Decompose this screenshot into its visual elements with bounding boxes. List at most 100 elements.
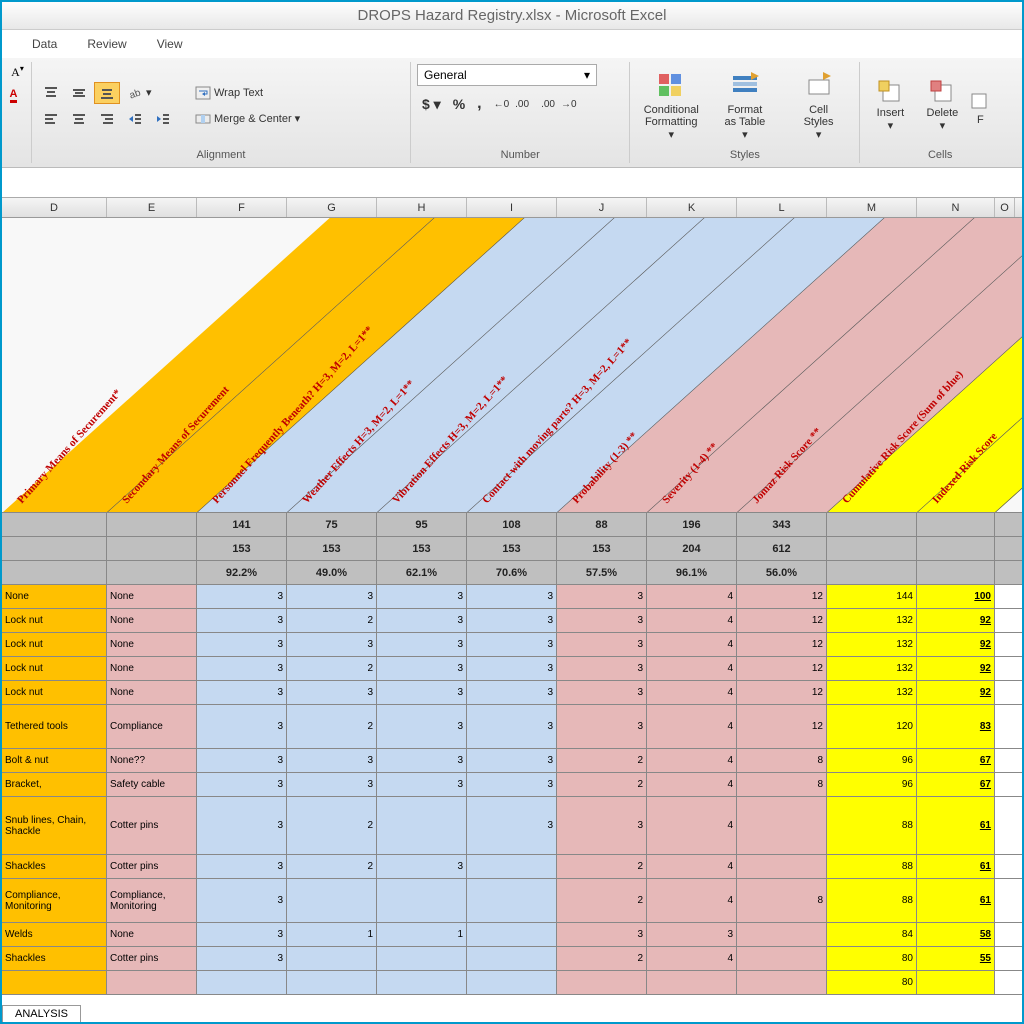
table-cell[interactable]: None — [107, 923, 197, 946]
table-cell[interactable] — [557, 971, 647, 994]
table-cell[interactable]: 58 — [917, 923, 995, 946]
orientation-icon[interactable]: ab▾ — [122, 82, 157, 104]
col-header-G[interactable]: G — [287, 198, 377, 217]
table-cell[interactable]: 8 — [737, 879, 827, 922]
col-header-K[interactable]: K — [647, 198, 737, 217]
table-cell[interactable] — [2, 971, 107, 994]
table-cell[interactable]: 3 — [467, 749, 557, 772]
summary-cell[interactable]: 204 — [647, 537, 737, 560]
table-cell[interactable]: 3 — [197, 681, 287, 704]
col-header-N[interactable]: N — [917, 198, 995, 217]
table-cell[interactable]: 96 — [827, 749, 917, 772]
conditional-formatting-button[interactable]: Conditional Formatting ▾ — [636, 68, 706, 144]
summary-cell[interactable]: 153 — [377, 537, 467, 560]
table-cell[interactable]: 2 — [287, 855, 377, 878]
table-cell[interactable]: 4 — [647, 855, 737, 878]
summary-cell[interactable]: 153 — [557, 537, 647, 560]
table-cell[interactable]: 3 — [557, 681, 647, 704]
table-cell[interactable]: 3 — [197, 633, 287, 656]
table-cell[interactable]: 3 — [467, 681, 557, 704]
col-header-L[interactable]: L — [737, 198, 827, 217]
percent-icon[interactable]: % — [448, 92, 470, 116]
comma-icon[interactable]: , — [472, 92, 486, 116]
summary-cell[interactable] — [2, 513, 107, 536]
currency-icon[interactable]: $ ▾ — [417, 92, 446, 116]
table-cell[interactable]: Safety cable — [107, 773, 197, 796]
increase-decimal-icon[interactable]: ←0.00 — [489, 92, 534, 116]
table-cell[interactable]: 3 — [557, 633, 647, 656]
table-cell[interactable] — [737, 923, 827, 946]
table-cell[interactable]: 67 — [917, 749, 995, 772]
table-cell[interactable]: 12 — [737, 633, 827, 656]
table-cell[interactable]: 3 — [197, 585, 287, 608]
table-cell[interactable] — [197, 971, 287, 994]
wrap-text-button[interactable]: Wrap Text — [190, 82, 305, 104]
table-cell[interactable]: 3 — [197, 657, 287, 680]
table-cell[interactable] — [467, 879, 557, 922]
table-cell[interactable]: Cotter pins — [107, 947, 197, 970]
table-cell[interactable]: 12 — [737, 585, 827, 608]
table-cell[interactable]: 12 — [737, 681, 827, 704]
table-cell[interactable]: 3 — [197, 923, 287, 946]
table-cell[interactable]: None — [107, 681, 197, 704]
table-cell[interactable]: 3 — [197, 609, 287, 632]
table-cell[interactable]: 3 — [287, 749, 377, 772]
table-cell[interactable]: 2 — [287, 657, 377, 680]
table-cell[interactable]: 3 — [467, 585, 557, 608]
table-cell[interactable] — [287, 879, 377, 922]
summary-cell[interactable]: 75 — [287, 513, 377, 536]
table-cell[interactable] — [467, 855, 557, 878]
table-cell[interactable]: 2 — [287, 797, 377, 854]
decrease-indent-icon[interactable] — [122, 108, 148, 130]
summary-cell[interactable]: 57.5% — [557, 561, 647, 584]
table-cell[interactable]: 92 — [917, 681, 995, 704]
table-cell[interactable]: 3 — [377, 773, 467, 796]
table-cell[interactable]: 80 — [827, 947, 917, 970]
table-cell[interactable]: Snub lines, Chain, Shackle — [2, 797, 107, 854]
menu-review[interactable]: Review — [87, 37, 126, 51]
table-cell[interactable]: 3 — [557, 923, 647, 946]
table-cell[interactable]: 61 — [917, 855, 995, 878]
table-cell[interactable]: Cotter pins — [107, 855, 197, 878]
table-cell[interactable]: 144 — [827, 585, 917, 608]
table-cell[interactable]: 3 — [197, 947, 287, 970]
table-cell[interactable]: None?? — [107, 749, 197, 772]
table-cell[interactable]: 4 — [647, 773, 737, 796]
table-cell[interactable]: 4 — [647, 797, 737, 854]
align-bottom-icon[interactable] — [94, 82, 120, 104]
menu-data[interactable]: Data — [32, 37, 57, 51]
table-cell[interactable]: 61 — [917, 879, 995, 922]
table-cell[interactable]: 2 — [557, 947, 647, 970]
table-cell[interactable]: 132 — [827, 657, 917, 680]
table-cell[interactable]: 4 — [647, 657, 737, 680]
menu-view[interactable]: View — [157, 37, 183, 51]
table-cell[interactable]: 132 — [827, 609, 917, 632]
table-cell[interactable]: Shackles — [2, 947, 107, 970]
summary-cell[interactable] — [917, 561, 995, 584]
col-header-O[interactable]: O — [995, 198, 1015, 217]
summary-cell[interactable] — [917, 537, 995, 560]
table-cell[interactable]: 12 — [737, 657, 827, 680]
table-cell[interactable]: 3 — [197, 773, 287, 796]
table-cell[interactable]: 3 — [287, 633, 377, 656]
summary-cell[interactable]: 96.1% — [647, 561, 737, 584]
table-cell[interactable] — [737, 797, 827, 854]
table-cell[interactable]: 4 — [647, 609, 737, 632]
table-cell[interactable]: Bracket, — [2, 773, 107, 796]
table-cell[interactable]: Compliance, Monitoring — [107, 879, 197, 922]
summary-cell[interactable]: 95 — [377, 513, 467, 536]
table-cell[interactable]: 3 — [467, 773, 557, 796]
table-cell[interactable]: 3 — [287, 773, 377, 796]
table-cell[interactable]: 3 — [557, 609, 647, 632]
table-cell[interactable]: 67 — [917, 773, 995, 796]
col-header-J[interactable]: J — [557, 198, 647, 217]
table-cell[interactable]: 3 — [647, 923, 737, 946]
summary-cell[interactable] — [827, 537, 917, 560]
table-cell[interactable]: 1 — [377, 923, 467, 946]
table-cell[interactable] — [377, 797, 467, 854]
sheet-tab[interactable]: ANALYSIS — [2, 1005, 81, 1022]
summary-cell[interactable]: 92.2% — [197, 561, 287, 584]
table-cell[interactable]: 1 — [287, 923, 377, 946]
decrease-decimal-icon[interactable]: .00→0 — [536, 92, 581, 116]
table-cell[interactable]: 2 — [287, 705, 377, 748]
